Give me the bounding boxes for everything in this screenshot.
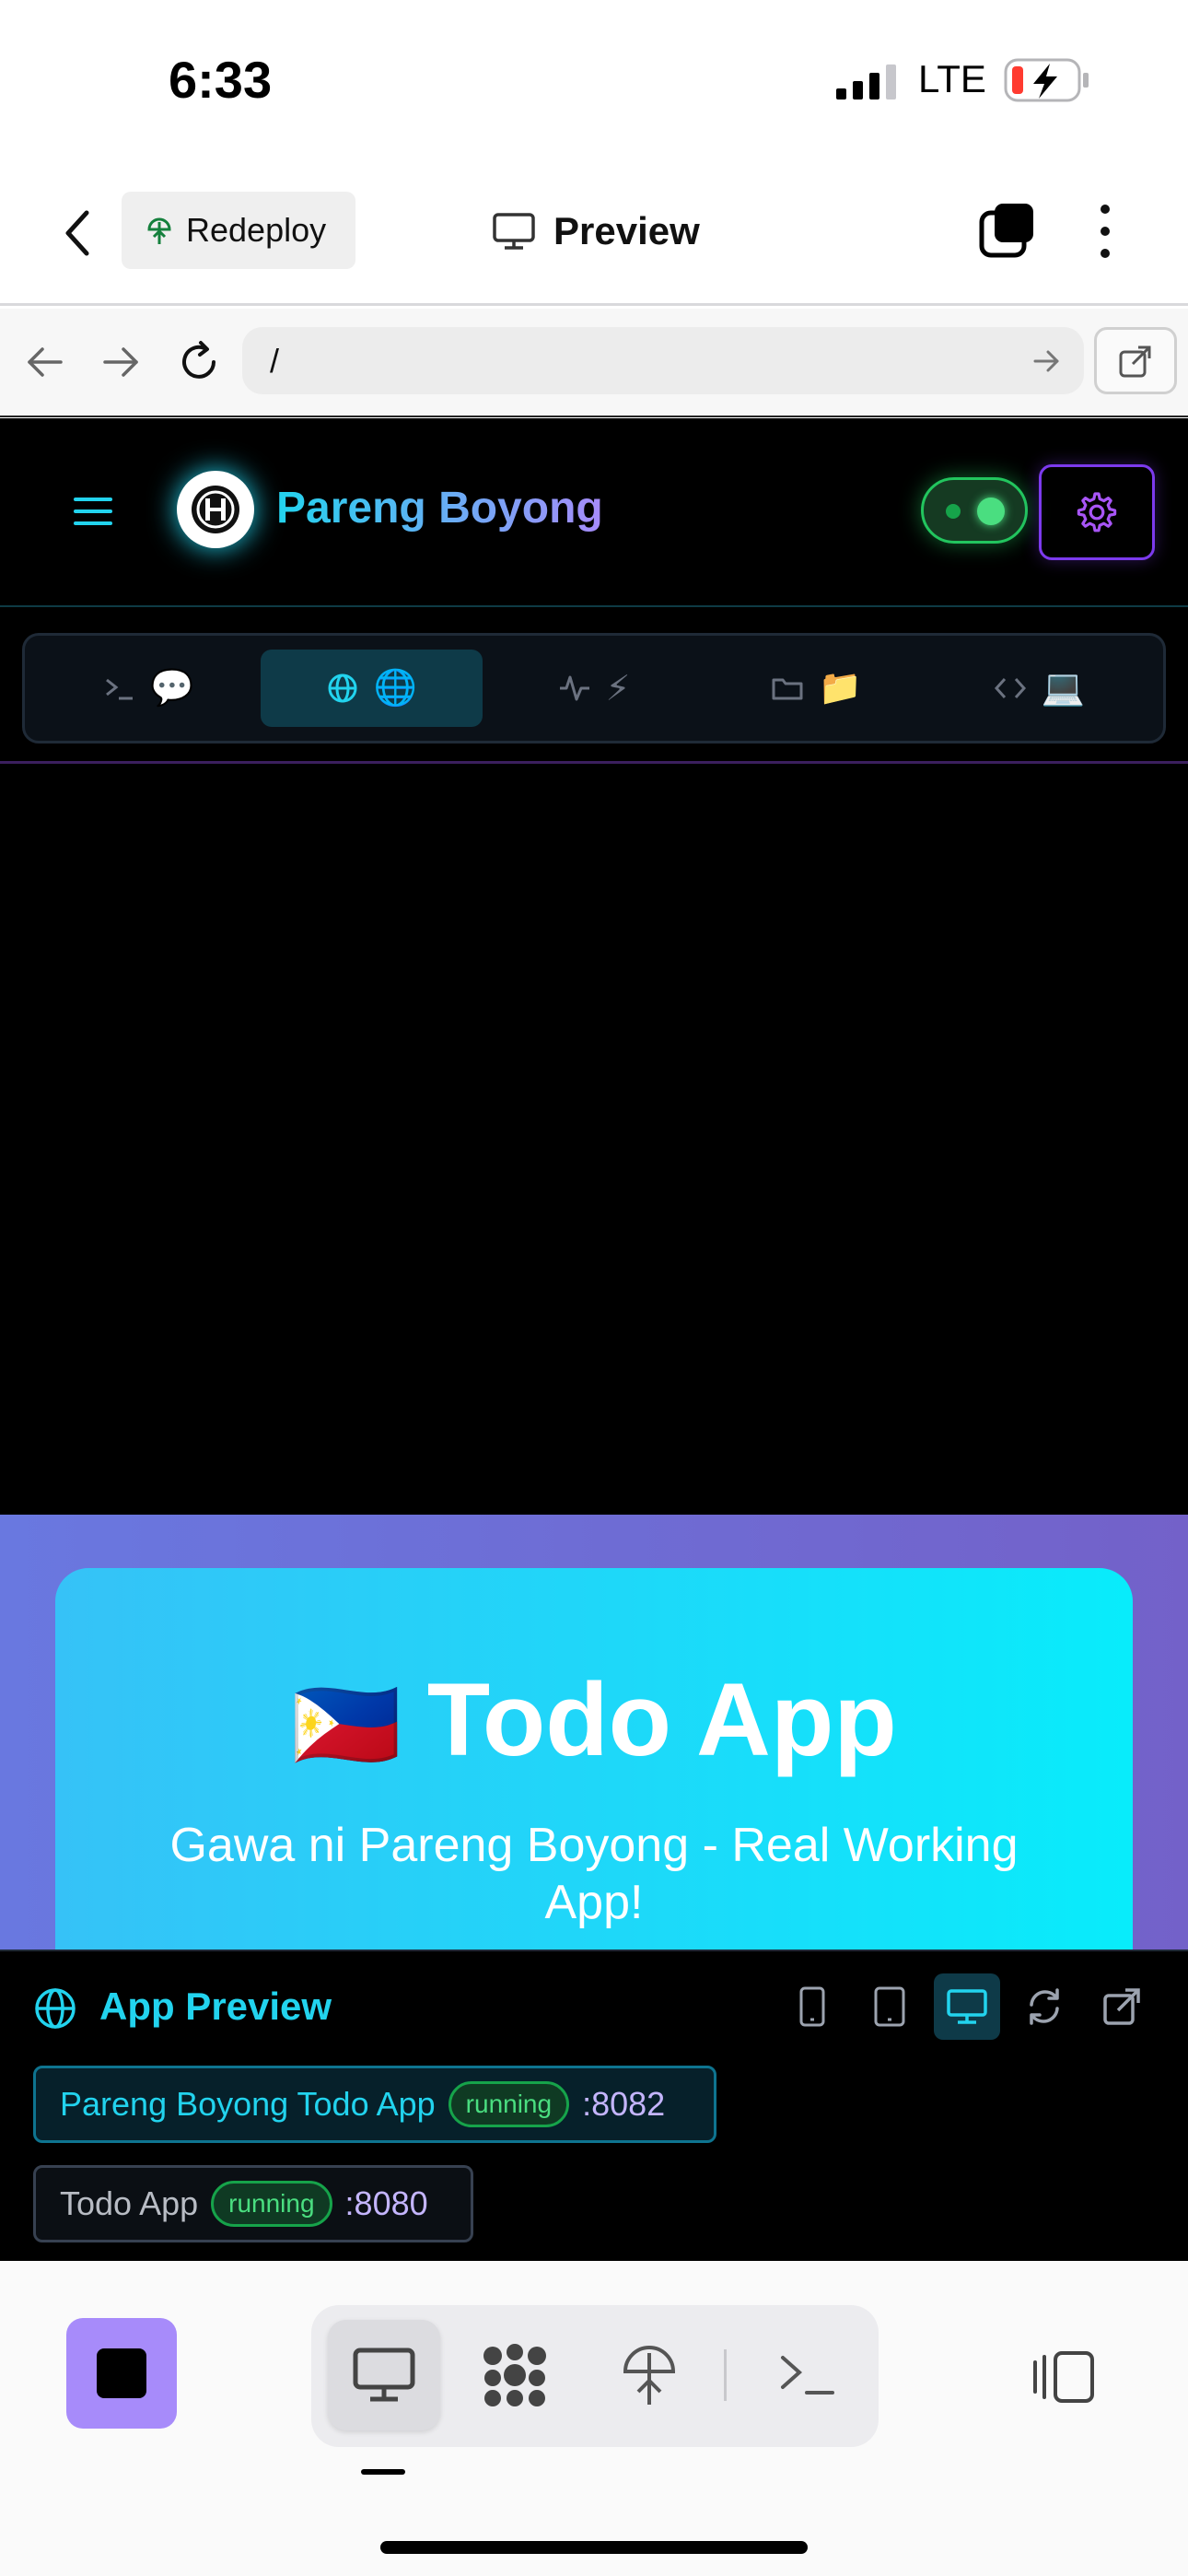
stop-icon [97, 2348, 146, 2398]
bottom-toolbar [0, 2261, 1188, 2576]
tab-emoji: 💻 [1041, 669, 1085, 708]
external-link-icon [1103, 1988, 1140, 2025]
open-new-window-button[interactable] [1089, 1973, 1155, 2040]
gear-icon [1077, 492, 1117, 533]
globe-icon [328, 673, 357, 703]
menu-icon[interactable] [74, 496, 112, 527]
split-view-icon[interactable] [1031, 2349, 1098, 2405]
tab-strip: 💬 🌐 ⚡ 📁 💻 [0, 607, 1188, 764]
todo-header-card: 🇵🇭 Todo App Gawa ni Pareng Boyong - Real … [55, 1568, 1133, 1950]
app-preview-panel: App Preview Pareng Boyong Todo App runni… [0, 1950, 1188, 2261]
active-indicator [361, 2469, 405, 2475]
desktop-icon [947, 1989, 987, 2024]
page-title: Preview [553, 209, 700, 252]
tab-activity[interactable]: ⚡ [483, 650, 705, 727]
todo-subtitle: Gawa ni Pareng Boyong - Real Working App… [169, 1819, 1019, 1929]
go-icon[interactable] [1032, 347, 1062, 375]
battery-icon [1004, 58, 1089, 102]
brand-name: Pareng Boyong [276, 484, 603, 533]
preview-view-button[interactable] [328, 2320, 440, 2430]
app-frame: Pareng Boyong 💬 🌐 ⚡ 📁 💻 [0, 418, 1188, 1515]
divider [724, 2349, 727, 2401]
app-bar: Redeploy Preview [0, 161, 1188, 306]
process-name: Todo App [60, 2184, 199, 2222]
status-toggle[interactable] [921, 477, 1028, 544]
folder-icon [772, 678, 803, 700]
tabs-icon[interactable] [978, 202, 1037, 261]
process-port: :8080 [344, 2184, 428, 2222]
deploy-icon [147, 217, 171, 244]
home-indicator [380, 2541, 808, 2554]
refresh-button[interactable] [1011, 1973, 1077, 2040]
reload-icon[interactable] [177, 340, 221, 384]
tab-files[interactable]: 📁 [705, 650, 928, 727]
flag-icon: 🇵🇭 [291, 1676, 402, 1774]
status-badge: running [448, 2081, 570, 2127]
terminal-view-button[interactable] [751, 2320, 864, 2430]
tablet-icon [874, 1986, 905, 2027]
terminal-icon [106, 678, 134, 700]
more-icon[interactable] [1094, 202, 1116, 261]
tab-chat[interactable]: 💬 [38, 650, 261, 727]
url-input[interactable]: / [242, 327, 1084, 394]
deploy-view-button[interactable] [593, 2320, 705, 2430]
terminal-icon [781, 2356, 834, 2395]
external-link-icon [1119, 345, 1151, 377]
tab-web[interactable]: 🌐 [260, 650, 483, 727]
browser-forward-icon[interactable] [101, 344, 142, 381]
status-bar: 6:33 LTE [0, 0, 1188, 161]
process-port: :8082 [582, 2085, 666, 2123]
code-icon [994, 677, 1026, 699]
activity-icon [559, 675, 589, 701]
workflow-view-button[interactable] [459, 2320, 571, 2430]
browser-bar: / [0, 309, 1188, 417]
stop-button[interactable] [66, 2318, 177, 2429]
panel-title: App Preview [99, 1985, 332, 2028]
back-icon[interactable] [59, 207, 96, 259]
tab-emoji: 🌐 [373, 669, 418, 708]
phone-icon [799, 1986, 825, 2027]
tab-emoji: ⚡ [605, 669, 631, 708]
status-badge: running [211, 2181, 332, 2227]
tab-code[interactable]: 💻 [927, 650, 1150, 727]
monitor-icon [353, 2348, 415, 2402]
tablet-view-button[interactable] [856, 1973, 923, 2040]
process-name: Pareng Boyong Todo App [60, 2085, 436, 2123]
monitor-icon [493, 213, 535, 250]
url-text: / [270, 342, 280, 380]
brand-logo [177, 471, 254, 548]
redeploy-label: Redeploy [186, 211, 327, 249]
process-item[interactable]: Todo App running :8080 [33, 2165, 473, 2242]
view-switcher [311, 2305, 879, 2447]
web-preview: 🇵🇭 Todo App Gawa ni Pareng Boyong - Real … [0, 1515, 1188, 1950]
redeploy-button[interactable]: Redeploy [122, 192, 355, 269]
nodes-icon [483, 2344, 546, 2406]
todo-title-text: Todo App [426, 1662, 897, 1777]
signal-icon [836, 64, 896, 100]
tab-emoji: 💬 [150, 669, 194, 708]
phone-view-button[interactable] [779, 1973, 845, 2040]
settings-button[interactable] [1039, 464, 1155, 560]
globe-icon [35, 1988, 76, 2029]
status-time: 6:33 [169, 51, 273, 109]
tab-list: 💬 🌐 ⚡ 📁 💻 [22, 633, 1166, 744]
preview-title: Preview [493, 194, 700, 268]
deploy-icon [623, 2346, 676, 2405]
desktop-view-button[interactable] [934, 1973, 1000, 2040]
process-item[interactable]: Pareng Boyong Todo App running :8082 [33, 2066, 716, 2143]
todo-title: 🇵🇭 Todo App [55, 1660, 1133, 1779]
network-label: LTE [918, 57, 986, 100]
tab-emoji: 📁 [818, 669, 863, 708]
refresh-icon [1030, 1988, 1059, 2025]
open-external-button[interactable] [1094, 327, 1177, 394]
browser-back-icon[interactable] [24, 344, 64, 381]
app-header: Pareng Boyong [0, 418, 1188, 607]
